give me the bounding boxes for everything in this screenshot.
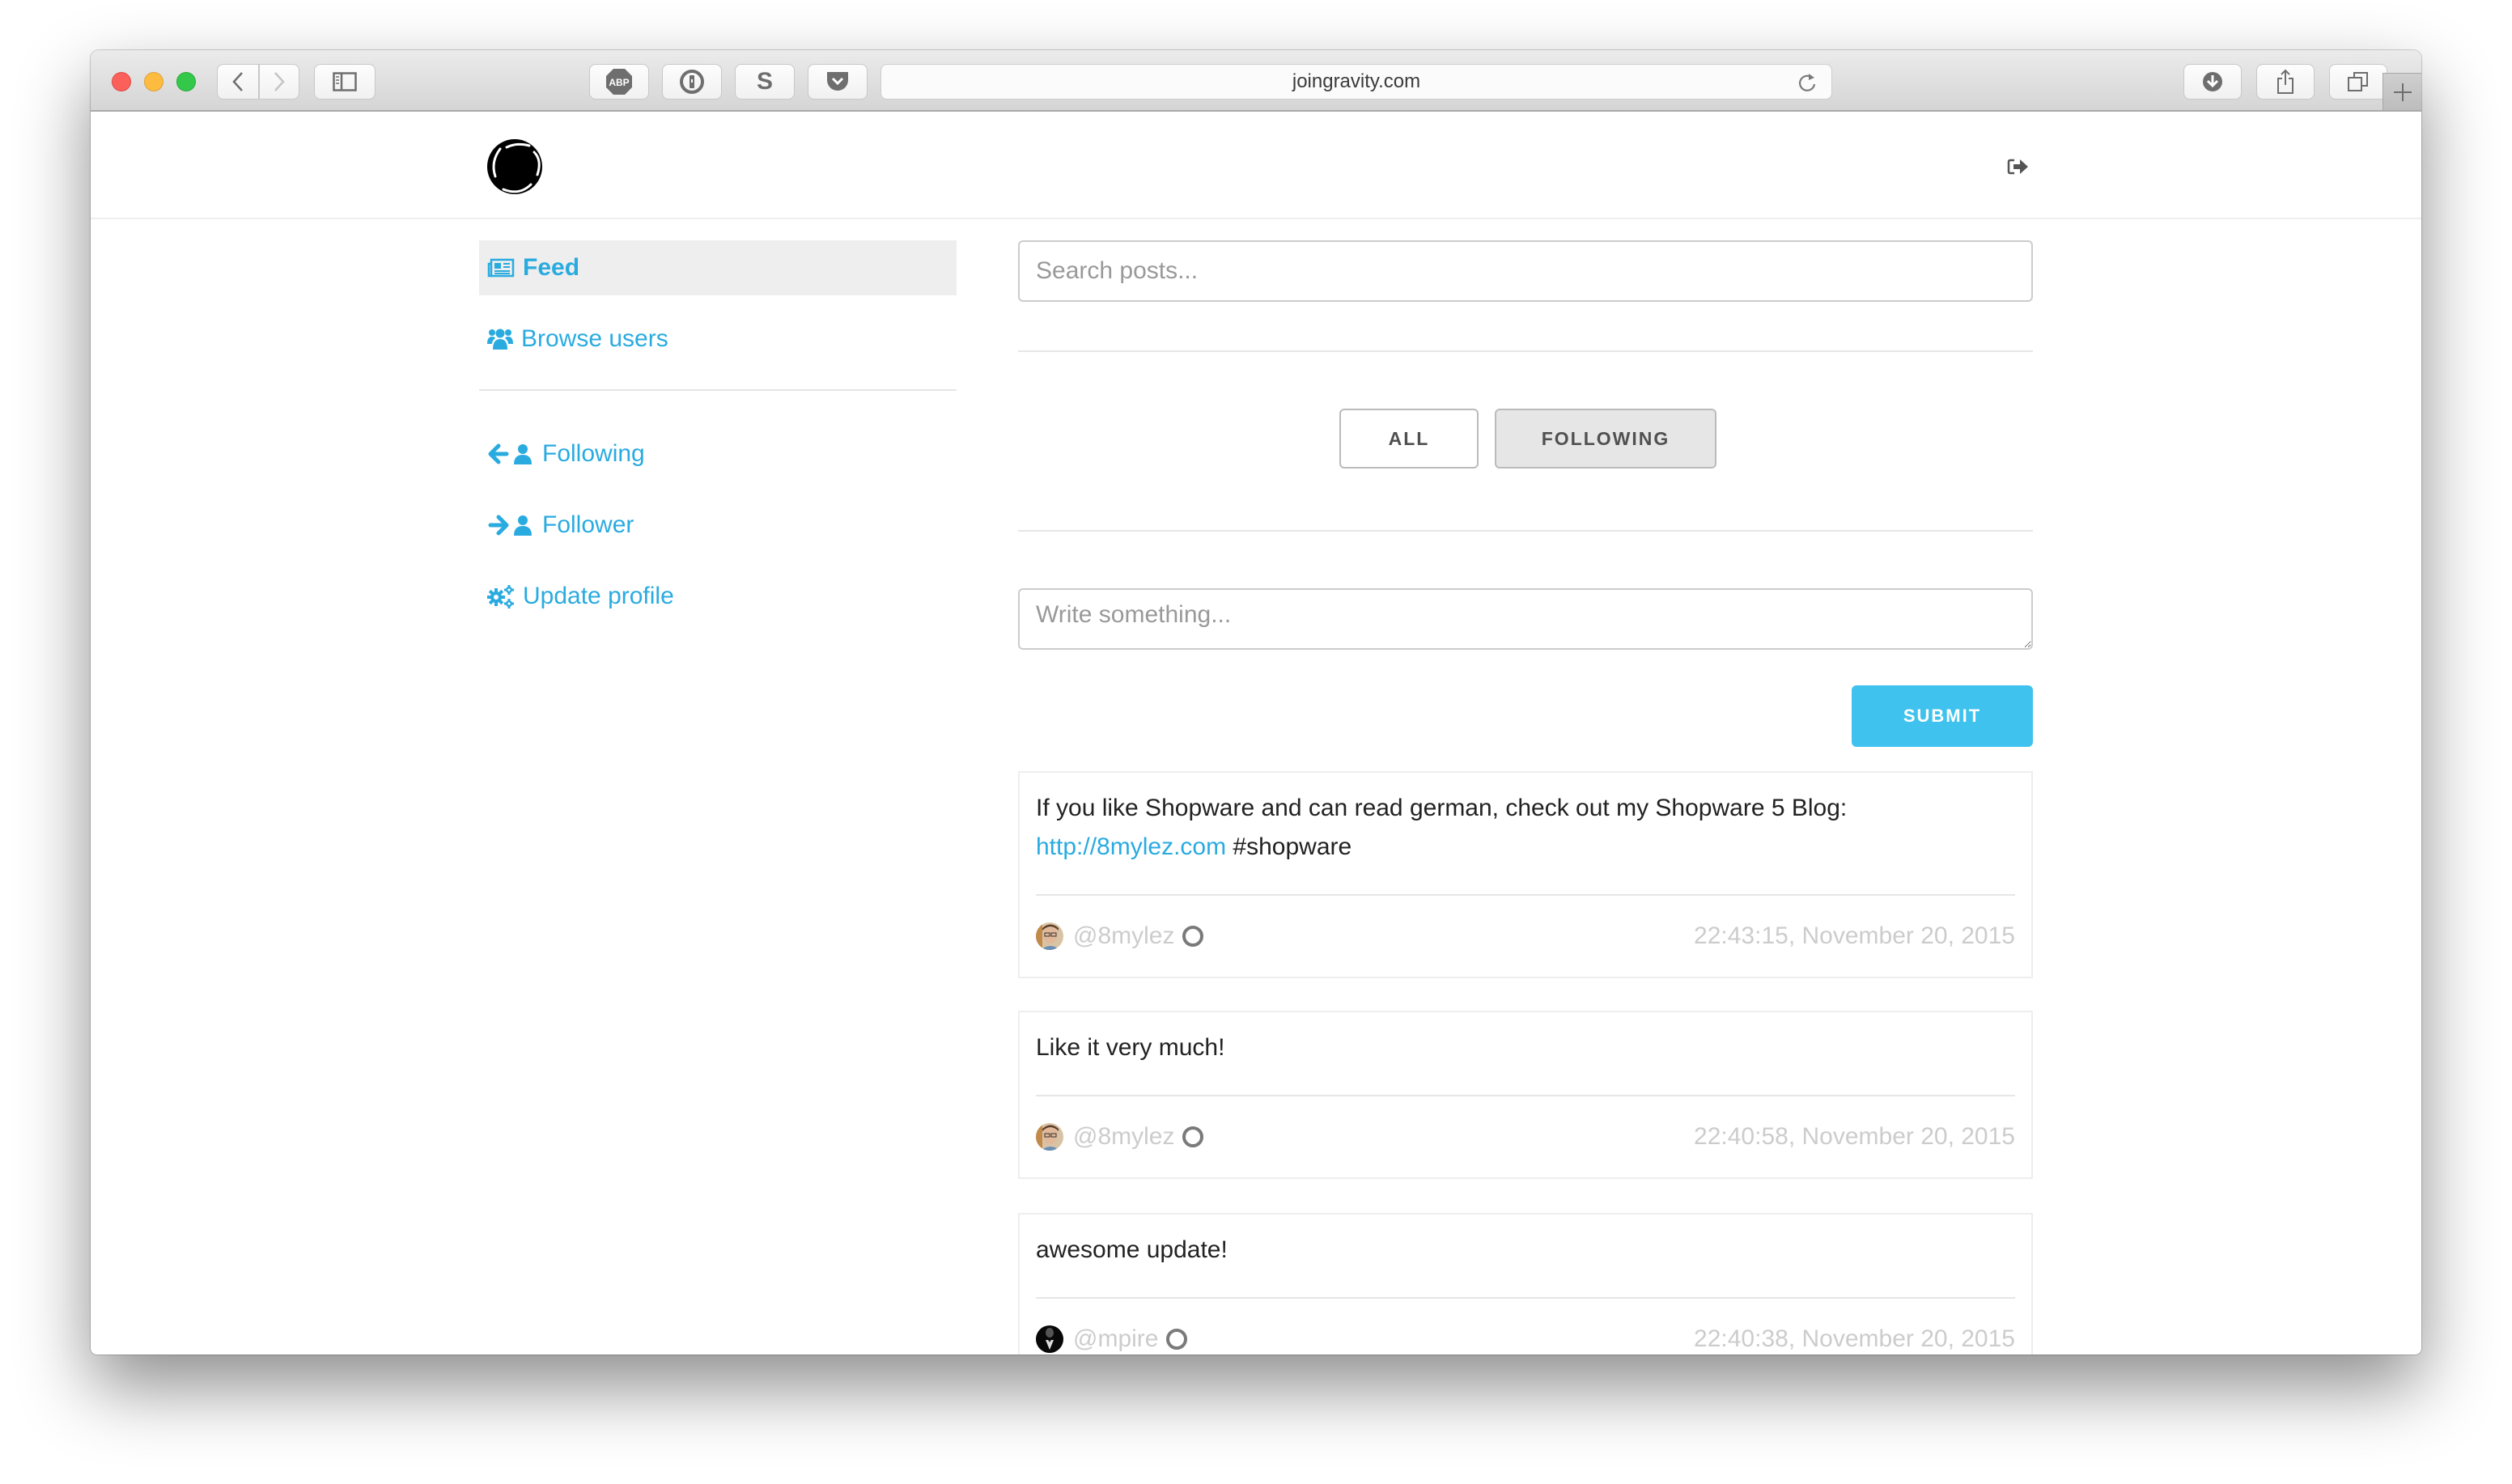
post-text: Like it very much! (1036, 1034, 1225, 1061)
1password-button[interactable] (662, 64, 722, 100)
sign-out-icon[interactable] (2007, 158, 2030, 176)
post-meta: @8mylez 22:43:15, November 20, 2015 (1036, 896, 2015, 977)
feed-column: ALL FOLLOWING SUBMIT If you like Shopwar… (1018, 240, 2033, 1355)
web-page: Feed Browse users Following Follower Upd… (91, 112, 2421, 1355)
post-text: awesome update! (1036, 1236, 1228, 1263)
post-timestamp: 22:43:15, November 20, 2015 (1694, 922, 2015, 949)
avatar[interactable] (1036, 922, 1063, 950)
post-author-handle[interactable]: @8mylez (1073, 1123, 1174, 1151)
sidebar-icon (333, 72, 357, 91)
share-icon (2277, 69, 2293, 94)
arrow-right-user-icon (487, 514, 534, 536)
post-author-handle[interactable]: @mpire (1073, 1325, 1158, 1353)
zoom-window-button[interactable] (176, 72, 196, 91)
minimize-window-button[interactable] (144, 72, 163, 91)
sidebar-nav: Feed Browse users Following Follower Upd… (479, 240, 957, 632)
download-icon (2203, 72, 2222, 91)
chevron-left-icon (232, 72, 243, 91)
post-meta: @8mylez 22:40:58, November 20, 2015 (1036, 1096, 2015, 1177)
filter-all-button[interactable]: ALL (1339, 409, 1479, 469)
filter-following-button[interactable]: FOLLOWING (1495, 409, 1716, 469)
post-card: If you like Shopware and can read german… (1018, 771, 2033, 978)
post-timestamp: 22:40:38, November 20, 2015 (1694, 1325, 2015, 1352)
s-extension-icon: S (756, 68, 773, 95)
arrow-left-user-icon (487, 443, 534, 465)
back-button[interactable] (217, 64, 259, 100)
close-window-button[interactable] (112, 72, 131, 91)
users-icon (487, 328, 513, 350)
post-text: If you like Shopware and can read german… (1036, 795, 1848, 860)
compose-post-textarea[interactable] (1018, 588, 2033, 650)
sidebar-toggle-button[interactable] (314, 64, 376, 100)
share-button[interactable] (2256, 64, 2315, 100)
search-posts-input[interactable] (1018, 240, 2033, 302)
sidebar-item-follower[interactable]: Follower (479, 490, 957, 561)
sidebar-item-feed[interactable]: Feed (479, 240, 957, 295)
tabs-icon (2348, 72, 2368, 91)
post-timestamp: 22:40:58, November 20, 2015 (1694, 1123, 2015, 1150)
adblock-plus-icon: ABP (606, 69, 632, 95)
circle-outline-icon[interactable] (1182, 926, 1204, 947)
adblock-plus-button[interactable]: ABP (589, 64, 649, 100)
post-list: If you like Shopware and can read german… (1018, 771, 2033, 1355)
divider (1018, 350, 2033, 352)
sidebar-item-label: Feed (523, 254, 580, 281)
browser-window: ABP S joingravity.com Feed Browse users … (91, 50, 2421, 1355)
sidebar-item-following[interactable]: Following (479, 418, 957, 490)
divider (1018, 530, 2033, 532)
site-header (91, 112, 2421, 219)
feed-filter-group: ALL FOLLOWING (1018, 409, 2033, 469)
sidebar-item-label: Browse users (521, 325, 668, 352)
reload-icon[interactable] (1797, 72, 1817, 93)
svg-text:ABP: ABP (609, 77, 629, 88)
address-bar[interactable]: joingravity.com (880, 64, 1832, 100)
sidebar-item-label: Following (542, 440, 645, 467)
sidebar-divider (479, 389, 957, 391)
pocket-icon (827, 72, 848, 91)
avatar[interactable] (1036, 1325, 1063, 1353)
post-card: Like it very much! @8mylez 22:40:58, Nov… (1018, 1011, 2033, 1179)
post-link[interactable]: http://8mylez.com (1036, 833, 1226, 860)
newspaper-icon (487, 257, 515, 278)
new-tab-button[interactable] (2383, 73, 2421, 110)
submit-button[interactable]: SUBMIT (1852, 685, 2033, 747)
post-author-handle[interactable]: @8mylez (1073, 922, 1174, 950)
s-extension-button[interactable]: S (735, 64, 795, 100)
sidebar-item-update-profile[interactable]: Update profile (479, 561, 957, 632)
browser-toolbar: ABP S joingravity.com (91, 50, 2421, 112)
downloads-button[interactable] (2183, 64, 2242, 100)
post-card: awesome update! @mpire 22:40:38, Novembe… (1018, 1213, 2033, 1355)
chevron-right-icon (274, 72, 285, 91)
forward-button[interactable] (259, 64, 299, 100)
sidebar-item-browse-users[interactable]: Browse users (479, 312, 957, 367)
post-meta: @mpire 22:40:38, November 20, 2015 (1036, 1299, 2015, 1355)
plus-icon (2393, 83, 2412, 101)
1password-icon (680, 70, 704, 94)
sidebar-item-label: Follower (542, 511, 634, 538)
avatar[interactable] (1036, 1123, 1063, 1151)
gravity-logo[interactable] (484, 136, 545, 197)
tabs-overview-button[interactable] (2329, 64, 2387, 100)
post-hashtag[interactable]: #shopware (1233, 833, 1351, 860)
pocket-button[interactable] (808, 64, 868, 100)
address-url: joingravity.com (1292, 70, 1421, 92)
circle-outline-icon[interactable] (1182, 1126, 1204, 1147)
sidebar-item-label: Update profile (523, 583, 674, 609)
circle-outline-icon[interactable] (1166, 1329, 1188, 1350)
gears-icon (487, 584, 515, 608)
